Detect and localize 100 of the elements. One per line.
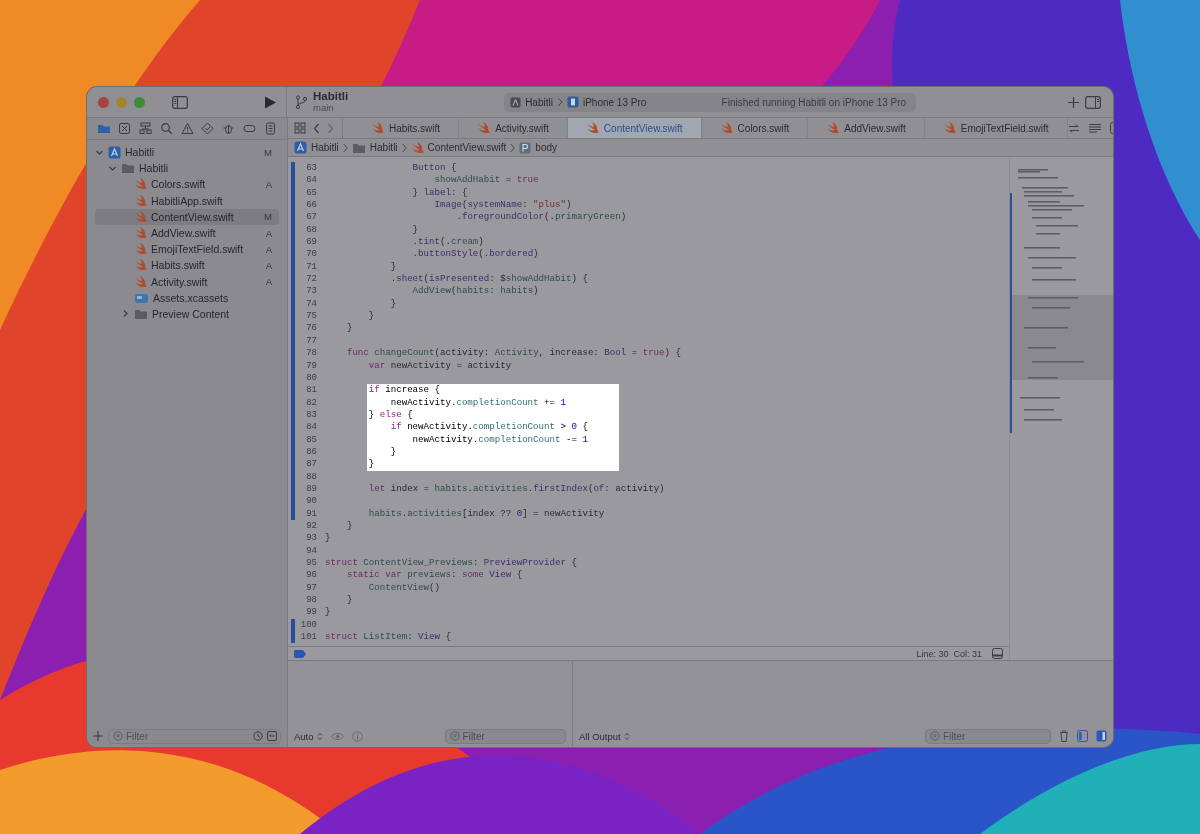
code-line: struct ContentView_Previews: PreviewProvider { (325, 557, 578, 570)
file-tree-item[interactable]: Assets.xcassets (95, 289, 279, 306)
status-letter: A (265, 227, 272, 239)
line-number: 101 (300, 632, 317, 643)
device-selector[interactable]: iPhone 13 Pro (582, 96, 647, 108)
property-icon (519, 141, 532, 154)
breadcrumb-item[interactable]: Habitli (294, 141, 339, 154)
status-letter: M (264, 146, 272, 158)
swap-icon[interactable] (1067, 122, 1080, 134)
hierarchy-icon[interactable] (138, 122, 152, 135)
up-down-chevron-icon[interactable] (623, 731, 630, 741)
code-line: Button { (411, 162, 458, 175)
file-tree-item[interactable]: ContentView.swift M (95, 208, 279, 225)
chevron-right-icon[interactable] (121, 309, 130, 319)
cursor-position: Line: 30 Col: 31 (916, 648, 982, 659)
breakpoint-toggle-icon[interactable] (294, 649, 306, 658)
file-tree-item[interactable]: Colors.swift A (95, 176, 279, 193)
code-line: struct ListItem: View { (325, 631, 452, 644)
line-number: 82 (306, 397, 317, 408)
output-selector[interactable]: All Output (579, 730, 630, 742)
line-number: 86 (306, 446, 317, 457)
recent-icon[interactable] (253, 731, 263, 741)
line-number: 85 (306, 434, 317, 445)
line-number: 79 (306, 360, 317, 371)
play-icon[interactable] (264, 95, 276, 109)
file-tree-item[interactable]: EmojiTextField.swift A (95, 241, 279, 258)
file-tree-item[interactable]: HabitliApp.swift (95, 192, 279, 209)
breadcrumb-item[interactable]: body (519, 141, 558, 154)
x-square-icon[interactable] (117, 122, 131, 135)
lines-icon[interactable] (1087, 122, 1102, 134)
warning-icon[interactable] (180, 122, 194, 135)
sidebar-toggle-icon[interactable] (172, 95, 188, 109)
file-tree-item[interactable]: Preview Content (95, 305, 279, 323)
status-letter: A (265, 243, 272, 255)
folder-icon (351, 141, 366, 154)
editor-tab[interactable]: Activity.swift (459, 118, 568, 138)
swift-file-icon (134, 210, 147, 223)
swift-file-icon (134, 243, 147, 256)
up-down-chevron-icon[interactable] (316, 731, 323, 741)
inspector-toggle-icon[interactable] (1085, 95, 1101, 109)
variables-scope-selector[interactable]: Auto (294, 730, 323, 742)
folder-icon (121, 162, 135, 175)
close-button[interactable] (98, 96, 109, 108)
eye-icon[interactable] (330, 731, 344, 741)
code-line: } (345, 594, 354, 607)
line-number: 84 (306, 422, 317, 433)
search-icon[interactable] (159, 122, 173, 135)
scheme-selector[interactable]: Habitli (525, 96, 553, 108)
editor-tab[interactable]: EmojiTextField.swift (924, 118, 1068, 138)
folder-icon[interactable] (97, 122, 110, 135)
line-number: 92 (306, 520, 317, 531)
breadcrumb-item[interactable]: ContentView.swift (410, 141, 507, 154)
filter-field[interactable]: Filter (108, 728, 281, 744)
swift-file-icon (719, 122, 733, 134)
forward-icon[interactable] (327, 122, 334, 134)
report-icon[interactable] (264, 122, 277, 135)
line-number: 93 (306, 533, 317, 544)
line-number: 83 (306, 409, 317, 420)
line-number: 76 (306, 323, 317, 334)
swift-file-icon (134, 275, 147, 288)
add-icon[interactable] (1068, 96, 1079, 108)
line-number: 97 (306, 582, 317, 593)
code-line: ContentView() (367, 581, 441, 595)
line-number: 71 (306, 261, 317, 272)
editor-tab[interactable]: Habits.swift (343, 118, 460, 138)
file-tree-item[interactable]: AddView.swift A (95, 224, 279, 242)
editor-tab[interactable]: AddView.swift (808, 118, 925, 138)
project-title: Habitli (313, 91, 349, 102)
code-line: } (389, 297, 398, 311)
diamond-icon[interactable] (201, 122, 215, 135)
line-number: 67 (306, 212, 317, 223)
line-number: 99 (306, 607, 317, 618)
editor-tab[interactable]: ContentView.swift (567, 118, 702, 138)
file-tree-item[interactable]: Habits.swift A (95, 257, 279, 274)
line-number: 80 (306, 372, 317, 383)
changes-icon[interactable] (267, 731, 277, 741)
file-tree-item[interactable]: Habitli M (95, 144, 279, 161)
file-tree-item[interactable]: Activity.swift A (95, 273, 279, 290)
line-number: 94 (306, 545, 317, 556)
app-target-icon (510, 96, 522, 108)
swift-file-icon (942, 122, 956, 134)
code-line: } (345, 322, 354, 335)
editor-tab[interactable]: Colors.swift (701, 118, 809, 138)
debug-area-toggle-icon[interactable] (992, 648, 1003, 659)
breadcrumb-chevron-icon (401, 142, 407, 153)
filter-icon (449, 731, 460, 741)
line-number: 95 (306, 558, 317, 568)
status-text: Finished running Habitli on iPhone 13 Pro (721, 96, 908, 108)
back-icon[interactable] (313, 122, 320, 134)
bug-icon[interactable] (222, 122, 236, 135)
variables-filter-field[interactable]: Filter (444, 728, 566, 744)
status-letter: A (265, 178, 272, 190)
code-line: static var previews: some View { (345, 569, 524, 582)
add-icon[interactable] (93, 731, 103, 741)
breadcrumb-item[interactable]: Habitli (351, 141, 398, 154)
grid-icon[interactable] (294, 122, 306, 134)
swift-file-icon (134, 227, 147, 240)
swift-file-icon (477, 122, 491, 134)
tag-icon[interactable] (243, 122, 257, 135)
file-tree-item[interactable]: Habitli (95, 160, 279, 177)
